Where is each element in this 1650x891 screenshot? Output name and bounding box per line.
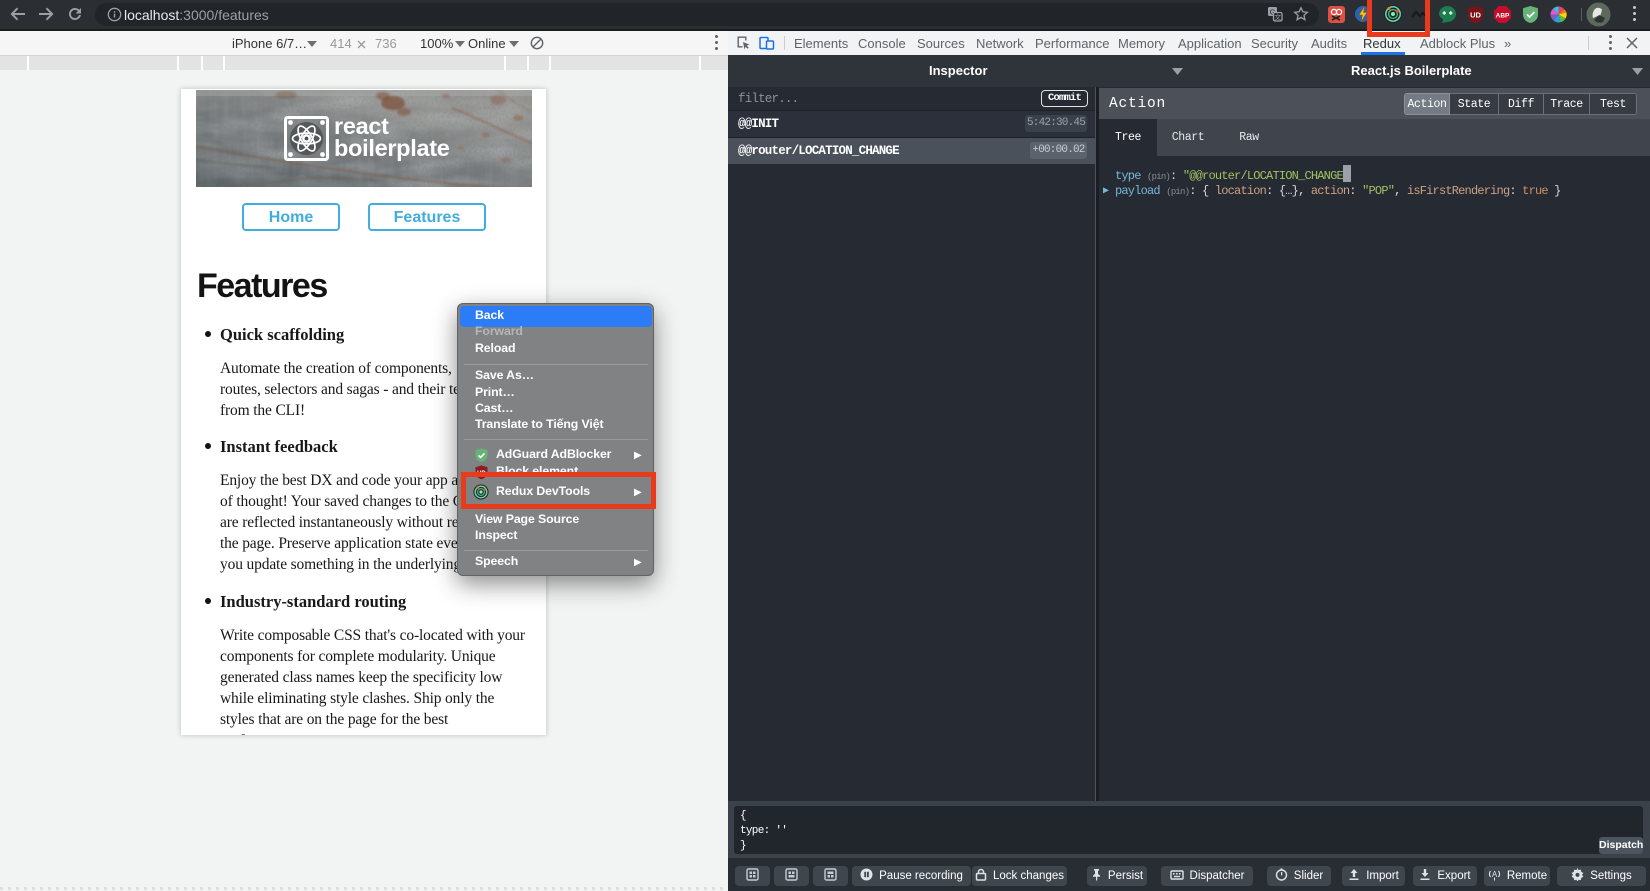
svg-text:文: 文 [1274, 12, 1281, 21]
svg-text:UD: UD [1470, 11, 1481, 20]
svg-text:boilerplate: boilerplate [334, 135, 450, 161]
svg-text:ABP: ABP [1496, 12, 1510, 19]
